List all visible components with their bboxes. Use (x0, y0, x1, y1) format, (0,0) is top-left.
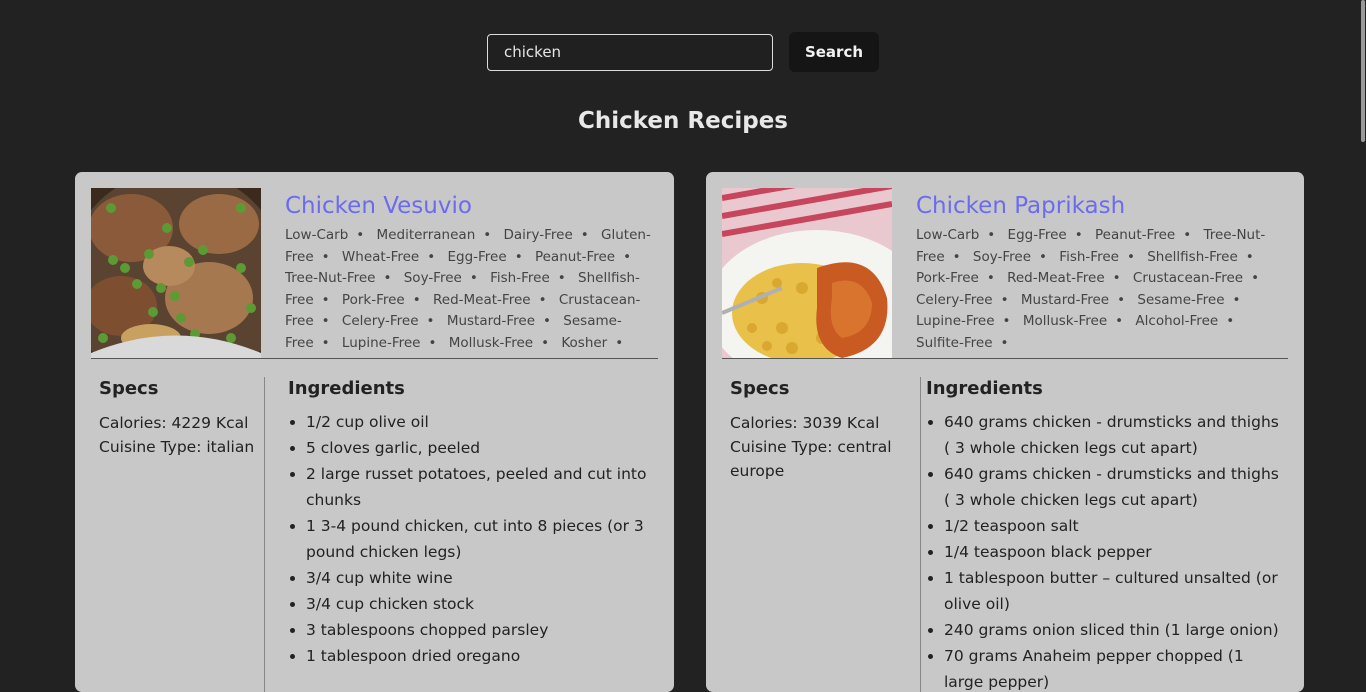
health-label: Red-Meat-Free (433, 291, 531, 308)
health-label: Celery-Free (916, 291, 993, 308)
health-label: Mustard-Free (446, 313, 536, 329)
health-label: Kosher (561, 334, 608, 351)
column-divider (264, 377, 265, 692)
health-label: Low-Carb (285, 227, 349, 243)
search-bar: Search (487, 32, 879, 72)
ingredients-section: Ingredients 1/2 cup olive oil 5 cloves g… (288, 377, 660, 669)
ingredient-item: 1/2 teaspoon salt (944, 513, 1286, 539)
ingredient-item: 1/2 cup olive oil (306, 409, 660, 435)
column-divider (920, 377, 921, 692)
health-label: Soy-Free (972, 248, 1032, 265)
health-label: Red-Meat-Free (1007, 270, 1105, 286)
ingredient-item: 1 3-4 pound chicken, cut into 8 pieces (… (306, 513, 660, 565)
page-title: Chicken Recipes (577, 108, 788, 134)
health-label: Alcohol-Free (1135, 313, 1219, 329)
health-label: Wheat-Free (341, 248, 420, 265)
health-label: Soy-Free (403, 270, 462, 286)
ingredient-item: 1/4 teaspoon black pepper (944, 539, 1286, 565)
health-label: Peanut-Free (1095, 227, 1176, 243)
recipe-title-link[interactable]: Chicken Vesuvio (285, 192, 658, 220)
ingredients-section: Ingredients 640 grams chicken - drumstic… (926, 377, 1286, 692)
recipe-card-header: Chicken Paprikash Low-Carb • Egg-Free • Pe… (722, 188, 1288, 359)
ingredient-item: 1 tablespoon dried oregano (306, 643, 660, 669)
health-label: Mustard-Free (1020, 291, 1110, 308)
health-label: Lupine-Free (341, 334, 421, 351)
health-label: Low-Carb (916, 227, 980, 243)
scrollbar[interactable] (1360, 0, 1366, 654)
health-label: Dairy-Free (503, 227, 573, 243)
calories: Calories: 3039 Kcal (730, 414, 880, 432)
ingredient-item: 1 tablespoon butter – cultured unsalted … (944, 565, 1286, 617)
health-label: Celery-Free (341, 313, 419, 329)
search-button[interactable]: Search (789, 32, 879, 72)
health-label: Pork-Free (341, 291, 405, 308)
ingredient-item: 5 cloves garlic, peeled (306, 435, 660, 461)
cuisine-type: Cuisine Type: central europe (730, 438, 892, 480)
recipe-card: Chicken Vesuvio Low-Carb • Mediterranean •… (75, 172, 674, 692)
ingredients-list: 640 grams chicken - drumsticks and thigh… (926, 409, 1286, 692)
health-labels: Low-Carb • Egg-Free • Peanut-Free • Tree-Nu… (916, 227, 1266, 351)
ingredients-list: 1/2 cup olive oil 5 cloves garlic, peele… (288, 409, 660, 669)
health-label: Mollusk-Free (1022, 313, 1108, 329)
health-label: Mediterranean (376, 227, 476, 243)
scrollbar-thumb[interactable] (1361, 0, 1365, 142)
health-label: Sulfite-Free (916, 334, 993, 351)
health-label: Peanut-Free (534, 248, 616, 265)
specs-heading: Specs (99, 378, 159, 399)
health-label: Lupine-Free (916, 313, 995, 329)
health-label: Crustacean-Free (1132, 270, 1244, 286)
health-label: Sesame-Free (1137, 291, 1225, 308)
health-label: Fish-Free (490, 270, 550, 286)
recipe-card: Chicken Paprikash Low-Carb • Egg-Free • Pe… (706, 172, 1304, 692)
ingredient-item: 3 tablespoons chopped parsley (306, 617, 660, 643)
specs-section: Specs Calories: 4229 Kcal Cuisine Type: … (99, 377, 264, 459)
calories: Calories: 4229 Kcal (99, 414, 249, 432)
specs-section: Specs Calories: 3039 Kcal Cuisine Type: … (730, 377, 895, 483)
ingredients-heading: Ingredients (288, 378, 405, 399)
recipe-card-header: Chicken Vesuvio Low-Carb • Mediterranean •… (91, 188, 658, 359)
cuisine-type: Cuisine Type: italian (99, 438, 255, 456)
recipe-image (91, 188, 261, 358)
health-label: Egg-Free (1007, 227, 1067, 243)
chicken-paprikash-photo (722, 188, 892, 358)
recipe-info: Chicken Vesuvio Low-Carb • Mediterranean •… (285, 192, 658, 354)
health-label: Tree-Nut-Free (285, 270, 376, 286)
health-labels: Low-Carb • Mediterranean • Dairy-Free • Glu… (285, 227, 651, 351)
ingredients-heading: Ingredients (926, 378, 1043, 399)
ingredient-item: 3/4 cup chicken stock (306, 591, 660, 617)
recipe-title-link[interactable]: Chicken Paprikash (916, 192, 1288, 220)
health-label: Shellfish-Free (1147, 248, 1238, 265)
search-input[interactable] (487, 33, 773, 71)
recipe-image (722, 188, 892, 358)
health-label: Pork-Free (916, 270, 979, 286)
ingredient-item: 3/4 cup white wine (306, 565, 660, 591)
ingredient-item: 70 grams Anaheim pepper chopped (1 large… (944, 643, 1286, 692)
chicken-vesuvio-photo (91, 188, 261, 358)
ingredient-item: 2 large russet potatoes, peeled and cut … (306, 461, 660, 513)
ingredient-item: 240 grams onion sliced thin (1 large oni… (944, 617, 1286, 643)
health-label: Mollusk-Free (448, 334, 534, 351)
ingredient-item: 640 grams chicken - drumsticks and thigh… (944, 461, 1286, 513)
health-label: Egg-Free (447, 248, 507, 265)
ingredient-item: 640 grams chicken - drumsticks and thigh… (944, 409, 1286, 461)
recipe-info: Chicken Paprikash Low-Carb • Egg-Free • Pe… (916, 192, 1288, 354)
health-label: Fish-Free (1059, 248, 1119, 265)
specs-heading: Specs (730, 378, 790, 399)
